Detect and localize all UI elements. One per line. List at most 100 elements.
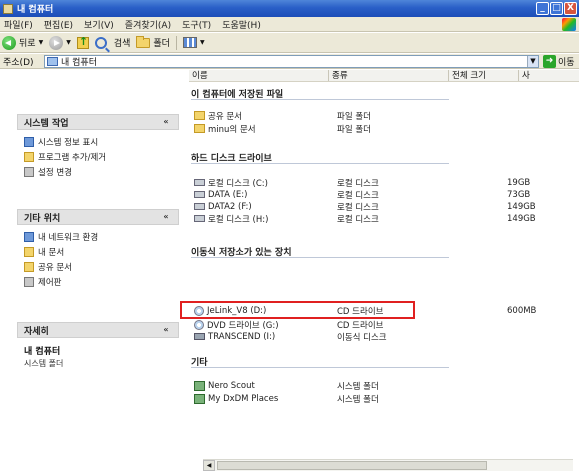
shared-folder-icon (194, 111, 205, 120)
documents-folder-icon (194, 124, 205, 133)
address-field[interactable]: 내 컴퓨터 ▼ (44, 55, 539, 68)
list-item[interactable]: DATA2 (F:) 로컬 디스크 149GB (194, 201, 536, 213)
item-type: 로컬 디스크 (337, 202, 379, 213)
collapse-chevron-icon[interactable]: « (161, 212, 171, 222)
place-shared-documents[interactable]: 공유 문서 (24, 261, 173, 273)
forward-button[interactable]: ▼ (49, 35, 71, 50)
item-type: 시스템 폴더 (337, 394, 379, 405)
back-arrow-icon (2, 35, 16, 50)
place-my-documents[interactable]: 내 문서 (24, 246, 173, 258)
folders-label: 폴더 (153, 39, 170, 49)
menu-tools[interactable]: 도구(T) (182, 18, 211, 31)
details-panel: 자세히 « 내 컴퓨터 시스템 폴더 (17, 322, 179, 373)
up-folder-icon[interactable] (76, 35, 89, 49)
list-item[interactable]: Nero Scout 시스템 폴더 (194, 380, 379, 392)
group-divider (191, 367, 449, 368)
back-label: 뒤로 (19, 39, 36, 49)
control-panel-icon (24, 277, 34, 287)
details-header[interactable]: 자세히 « (17, 322, 179, 338)
list-item[interactable]: 공유 문서 파일 폴더 (194, 110, 371, 122)
column-header-name[interactable]: 이름 (189, 70, 329, 81)
scroll-left-icon[interactable]: ◀ (203, 460, 215, 471)
item-size: 19GB (507, 177, 531, 188)
forward-dropdown-icon[interactable]: ▼ (66, 39, 71, 46)
item-name: minu의 문서 (208, 124, 256, 135)
go-arrow-icon: ➜ (543, 55, 556, 68)
toolbar-separator (175, 35, 177, 50)
address-dropdown-icon[interactable]: ▼ (527, 56, 538, 67)
views-icon (182, 37, 197, 48)
column-headers: 이름 종류 전체 크기 사 (189, 70, 579, 82)
other-places-header[interactable]: 기타 위치 « (17, 209, 179, 225)
views-dropdown-icon[interactable]: ▼ (200, 39, 205, 46)
item-name: DATA2 (F:) (208, 201, 252, 212)
column-header-free-space[interactable]: 사 (519, 70, 579, 81)
list-item[interactable]: DVD 드라이브 (G:) CD 드라이브 (194, 319, 383, 331)
close-button[interactable]: X (564, 2, 577, 15)
group-divider (191, 99, 449, 100)
item-type: 이동식 디스크 (337, 332, 387, 343)
task-pane: 시스템 작업 « 시스템 정보 표시 프로그램 추가/제거 설정 변경 기타 위… (0, 70, 179, 475)
back-dropdown-icon[interactable]: ▼ (39, 39, 44, 46)
place-label: 내 문서 (38, 248, 65, 258)
windows-logo-icon (562, 18, 576, 31)
menu-bar: 파일(F) 편집(E) 보기(V) 즐겨찾기(A) 도구(T) 도움말(H) (0, 17, 579, 32)
my-computer-small-icon (47, 57, 58, 66)
item-name: DATA (E:) (208, 189, 248, 200)
item-name: Nero Scout (208, 380, 255, 391)
maximize-button[interactable]: □ (550, 2, 563, 15)
place-label: 공유 문서 (38, 263, 72, 273)
menu-view[interactable]: 보기(V) (84, 18, 114, 31)
scrollbar-thumb[interactable] (217, 461, 487, 470)
add-remove-icon (24, 152, 34, 162)
system-info-icon (24, 137, 34, 147)
item-name: 로컬 디스크 (H:) (208, 214, 269, 225)
file-list-view: 이름 종류 전체 크기 사 이 컴퓨터에 저장된 파일 공유 문서 파일 폴더 … (179, 70, 579, 475)
system-tasks-panel: 시스템 작업 « 시스템 정보 표시 프로그램 추가/제거 설정 변경 (17, 114, 179, 182)
item-size: 600MB (507, 305, 537, 316)
list-item[interactable]: 로컬 디스크 (H:) 로컬 디스크 149GB (194, 213, 536, 225)
title-bar[interactable]: 내 컴퓨터 _ □ X (0, 0, 579, 17)
go-button[interactable]: ➜ 이동 (543, 55, 575, 68)
toolbar: 뒤로 ▼ ▼ 검색 폴더 ▼ (0, 33, 579, 53)
nero-scout-icon (194, 380, 205, 391)
column-header-total-size[interactable]: 전체 크기 (449, 70, 519, 81)
search-button[interactable]: 검색 (94, 36, 130, 49)
task-change-setting[interactable]: 설정 변경 (24, 166, 173, 178)
menu-edit[interactable]: 편집(E) (44, 18, 73, 31)
minimize-button[interactable]: _ (536, 2, 549, 15)
back-button[interactable]: 뒤로 ▼ (2, 35, 44, 50)
item-type: 파일 폴더 (337, 124, 371, 135)
place-my-network[interactable]: 내 네트워크 환경 (24, 231, 173, 243)
list-item[interactable]: TRANSCEND (I:) 이동식 디스크 (194, 331, 387, 343)
column-header-type[interactable]: 종류 (329, 70, 449, 81)
item-size: 149GB (507, 213, 536, 224)
menu-file[interactable]: 파일(F) (4, 18, 33, 31)
task-label: 프로그램 추가/제거 (38, 153, 107, 163)
folders-icon (136, 35, 151, 48)
details-title: 자세히 (24, 326, 49, 337)
explorer-window: 내 컴퓨터 _ □ X 파일(F) 편집(E) 보기(V) 즐겨찾기(A) 도구… (0, 0, 579, 475)
views-button[interactable]: ▼ (182, 37, 205, 48)
list-item[interactable]: minu의 문서 파일 폴더 (194, 123, 371, 135)
menu-favorites[interactable]: 즐겨찾기(A) (125, 18, 171, 31)
place-control-panel[interactable]: 제어판 (24, 276, 173, 288)
list-item[interactable]: My DxDM Places 시스템 폴더 (194, 393, 379, 405)
details-body: 내 컴퓨터 시스템 폴더 (17, 338, 179, 373)
collapse-chevron-icon[interactable]: « (161, 325, 171, 335)
system-tasks-header[interactable]: 시스템 작업 « (17, 114, 179, 130)
list-item[interactable]: DATA (E:) 로컬 디스크 73GB (194, 189, 530, 201)
other-places-list: 내 네트워크 환경 내 문서 공유 문서 제어판 (17, 225, 179, 292)
item-type: 로컬 디스크 (337, 190, 379, 201)
task-add-remove-programs[interactable]: 프로그램 추가/제거 (24, 151, 173, 163)
collapse-chevron-icon[interactable]: « (161, 117, 171, 127)
details-subtitle: 시스템 폴더 (24, 359, 64, 368)
folders-button[interactable]: 폴더 (136, 35, 170, 49)
task-view-system-info[interactable]: 시스템 정보 표시 (24, 136, 173, 148)
system-tasks-list: 시스템 정보 표시 프로그램 추가/제거 설정 변경 (17, 130, 179, 182)
item-type: 시스템 폴더 (337, 381, 379, 392)
group-divider (191, 257, 449, 258)
horizontal-scrollbar[interactable]: ◀ (203, 459, 573, 471)
list-item[interactable]: 로컬 디스크 (C:) 로컬 디스크 19GB (194, 177, 530, 189)
menu-help[interactable]: 도움말(H) (222, 18, 261, 31)
